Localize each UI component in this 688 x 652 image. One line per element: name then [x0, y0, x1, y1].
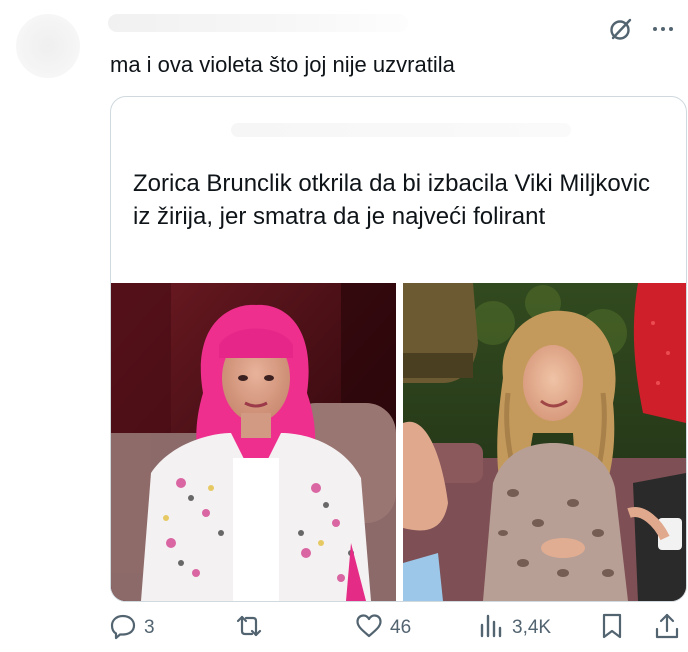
tweet-text: ma i ova violeta što joj nije uzvratila — [110, 52, 455, 77]
share-icon — [652, 611, 682, 646]
views-icon — [478, 611, 506, 646]
card-image-right[interactable] — [403, 283, 686, 601]
tweet-actions: 3 46 3,4K — [108, 608, 688, 648]
bookmark-icon — [598, 611, 626, 646]
retweet-icon — [232, 611, 266, 646]
more-icon[interactable] — [648, 14, 678, 44]
heart-icon — [354, 611, 384, 646]
retweet-button[interactable] — [232, 608, 272, 648]
reply-count: 3 — [144, 617, 155, 638]
grok-icon[interactable] — [606, 14, 636, 44]
link-card[interactable]: Zorica Brunclik otkrila da bi izbacila V… — [110, 96, 687, 602]
reply-icon — [108, 611, 138, 646]
like-count: 46 — [390, 617, 412, 638]
card-title: Zorica Brunclik otkrila da bi izbacila V… — [133, 170, 651, 230]
reply-button[interactable]: 3 — [108, 608, 155, 648]
views-count: 3,4K — [512, 617, 552, 638]
card-source-blur — [231, 123, 571, 137]
bookmark-button[interactable] — [598, 608, 626, 648]
like-button[interactable]: 46 — [354, 608, 411, 648]
card-image-left[interactable] — [111, 283, 396, 601]
author-avatar[interactable] — [16, 14, 80, 78]
views-button[interactable]: 3,4K — [478, 608, 551, 648]
author-header[interactable] — [108, 14, 408, 32]
share-button[interactable] — [652, 608, 682, 648]
